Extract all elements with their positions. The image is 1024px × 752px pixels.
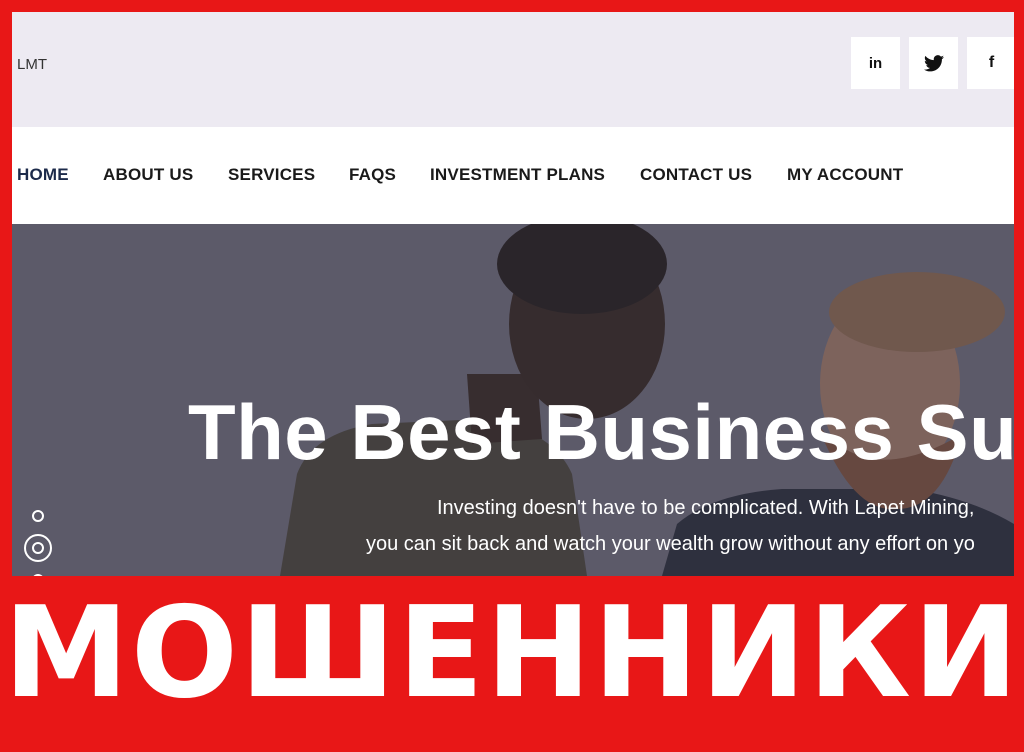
nav-home[interactable]: HOME xyxy=(17,165,69,185)
facebook-button[interactable]: f xyxy=(967,37,1014,89)
main-navigation: HOME ABOUT US SERVICES FAQS INVESTMENT P… xyxy=(12,127,1014,224)
active-dot-inner xyxy=(32,542,44,554)
nav-investment-plans[interactable]: INVESTMENT PLANS xyxy=(430,165,605,185)
hero-title: The Best Business Su xyxy=(188,388,1014,476)
nav-contact-us[interactable]: CONTACT US xyxy=(640,165,752,185)
slider-dot-2-active[interactable] xyxy=(24,534,52,562)
twitter-icon xyxy=(923,54,944,71)
twitter-button[interactable] xyxy=(909,37,958,89)
linkedin-button[interactable]: in xyxy=(851,37,900,89)
nav-about-us[interactable]: ABOUT US xyxy=(103,165,193,185)
top-bar: LMT in f xyxy=(12,12,1014,127)
linkedin-icon: in xyxy=(868,54,883,72)
hero-slider: The Best Business Su Investing doesn't h… xyxy=(12,224,1014,576)
nav-faqs[interactable]: FAQS xyxy=(349,165,396,185)
slider-dot-1[interactable] xyxy=(32,510,44,522)
hero-subtitle-line-2: you can sit back and watch your wealth g… xyxy=(366,533,975,555)
nav-services[interactable]: SERVICES xyxy=(228,165,315,185)
facebook-icon: f xyxy=(988,54,995,71)
site-logo[interactable]: LMT xyxy=(17,56,47,73)
website-screenshot: LMT in f HOME ABOUT US SERVICES FAQS INV… xyxy=(12,12,1014,576)
hero-subtitle-line-1: Investing doesn't have to be complicated… xyxy=(437,497,975,519)
warning-banner-text: МОШЕННИКИ xyxy=(3,579,1021,726)
nav-my-account[interactable]: MY ACCOUNT xyxy=(787,165,903,185)
